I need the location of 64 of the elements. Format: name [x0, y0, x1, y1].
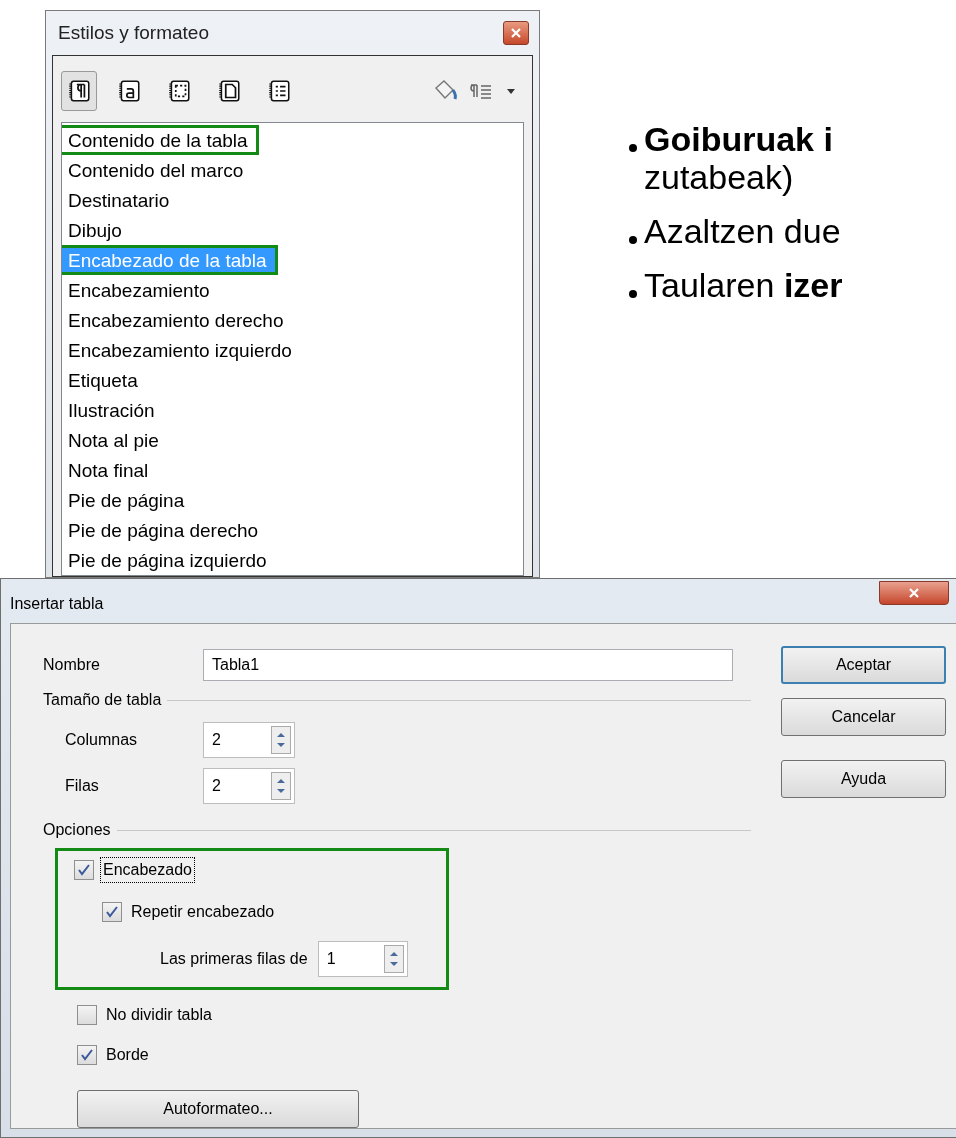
spin-arrows-icon[interactable] [383, 945, 404, 973]
style-item[interactable]: Dibujo [62, 215, 125, 245]
bullet-text: Taularen izer [644, 266, 843, 304]
spin-field[interactable]: 2 [203, 768, 295, 804]
close-button[interactable] [879, 581, 949, 605]
style-item[interactable]: Nota al pie [62, 425, 162, 455]
style-item[interactable]: Destinatario [62, 185, 173, 215]
style-category-button[interactable] [61, 71, 97, 111]
spin-field[interactable]: 2 [203, 722, 295, 758]
group-title: Tamaño de tabla [43, 690, 162, 710]
check-icon [80, 1048, 94, 1062]
window-title: Insertar tabla [10, 594, 104, 614]
bullet-text: zutabeak) [644, 158, 795, 196]
spin-arrows-icon[interactable] [271, 726, 291, 754]
style-item[interactable]: Encabezamiento izquierdo [62, 335, 295, 365]
style-item[interactable]: Pie de página izquierdo [62, 545, 270, 575]
style-item[interactable]: Nota final [62, 455, 152, 485]
dialog-button[interactable]: Cancelar [781, 698, 946, 736]
checkbox[interactable] [77, 1005, 97, 1025]
bullet-icon [628, 143, 638, 153]
frame-icon [166, 78, 192, 104]
style-item[interactable]: Etiqueta [62, 365, 141, 395]
spin-field[interactable]: 1 [317, 941, 408, 977]
close-icon [908, 588, 920, 598]
style-item[interactable]: Pie de página [62, 485, 188, 515]
checkbox-label[interactable]: No dividir tabla [103, 1002, 215, 1028]
check-icon [105, 905, 119, 919]
field-label: Filas [65, 776, 100, 796]
spin-label: Las primeras filas de [160, 949, 308, 969]
bullet-icon [628, 289, 638, 299]
style-item[interactable]: Contenido del marco [62, 155, 247, 185]
checkbox[interactable] [102, 902, 122, 922]
spin-arrows-icon[interactable] [271, 772, 291, 800]
spin-value: 2 [212, 730, 221, 750]
checkbox[interactable] [77, 1045, 97, 1065]
bullet-text: Azaltzen due [644, 212, 841, 250]
pilcrow-icon [66, 78, 92, 104]
style-item[interactable]: Encabezamiento derecho [62, 305, 287, 335]
spin-value: 2 [212, 776, 221, 796]
autoformat-button[interactable]: Autoformateo... [77, 1090, 359, 1128]
checkbox-label[interactable]: Borde [103, 1042, 152, 1068]
field-label: Columnas [65, 730, 139, 750]
bullet-text: Goiburuak i [644, 120, 833, 158]
dialog-button[interactable]: Ayuda [781, 760, 946, 798]
style-item[interactable]: Ilustración [62, 395, 158, 425]
check-icon [77, 863, 91, 877]
style-item[interactable]: Pie de página derecho [62, 515, 262, 545]
close-icon [511, 28, 521, 38]
dialog-button[interactable]: Aceptar [781, 646, 946, 684]
style-item[interactable]: Encabezamiento [62, 275, 213, 305]
spin-value: 1 [326, 949, 336, 969]
group-title: Opciones [43, 820, 111, 840]
checkbox[interactable] [74, 860, 94, 880]
close-button[interactable] [503, 21, 529, 45]
style-item[interactable]: Contenido de la tabla [62, 125, 259, 155]
checkbox-label[interactable]: Repetir encabezado [128, 899, 278, 925]
list-icon [266, 78, 292, 104]
checkbox-label[interactable]: Encabezado [100, 857, 195, 883]
letter-icon [116, 78, 142, 104]
page-icon [216, 78, 242, 104]
field-label: Nombre [43, 655, 101, 675]
window-title: Estilos y formateo [58, 20, 209, 45]
bullet-icon [628, 235, 638, 245]
name-field[interactable]: Tabla1 [203, 649, 733, 681]
